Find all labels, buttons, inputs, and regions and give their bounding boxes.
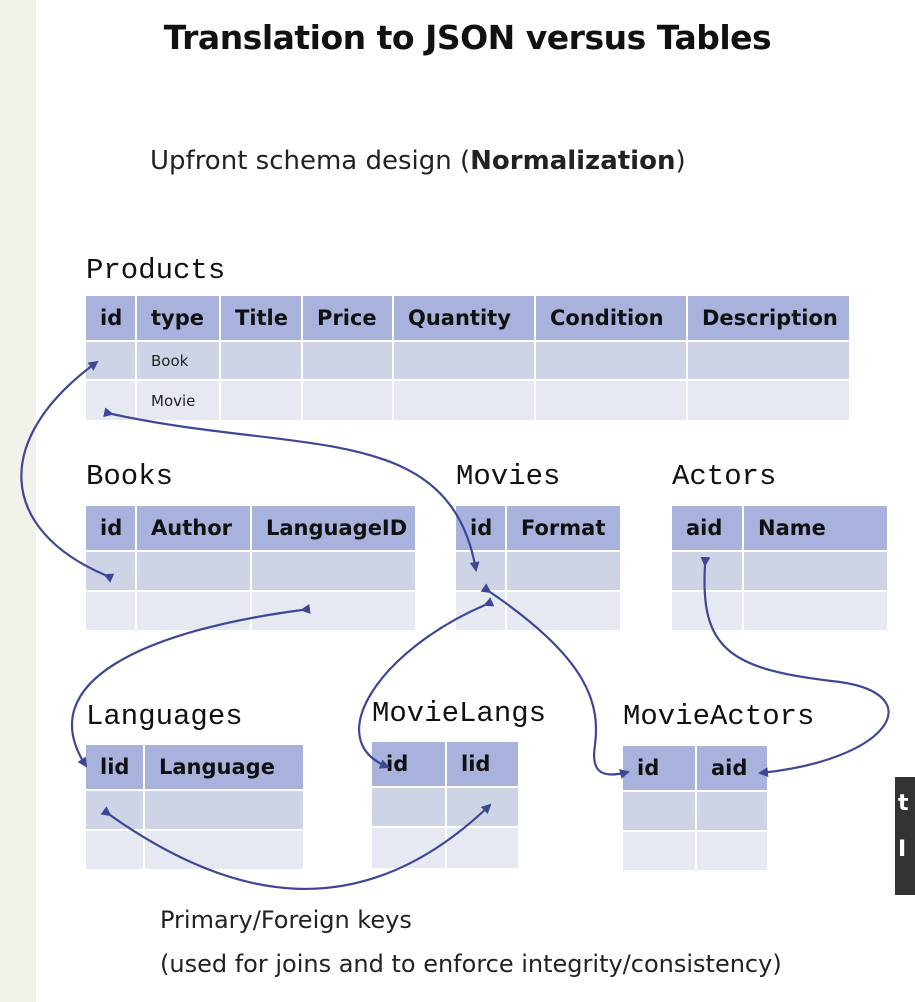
arrow-books-id-to-products-id bbox=[20, 360, 115, 583]
arrow-movieactors-aid-to-actors-aid bbox=[700, 556, 890, 778]
arrow-books-langid-to-languages-lid bbox=[71, 603, 311, 768]
relationship-arrows bbox=[20, 360, 890, 890]
footer-line-2: (used for joins and to enforce integrity… bbox=[160, 950, 782, 978]
arrow-movies-id-to-products-id bbox=[103, 407, 480, 572]
footer-line-1: Primary/Foreign keys bbox=[160, 906, 412, 934]
arrow-movieactors-id-to-movies-id bbox=[480, 583, 630, 779]
overlay-text-1: t bbox=[898, 791, 909, 816]
arrow-languages-lid-to-movielangs-lid bbox=[100, 803, 492, 890]
arrow-movielangs-id-to-movies-id bbox=[358, 597, 495, 769]
overlay-text-2: I bbox=[898, 837, 907, 862]
video-overlay-caption: t I bbox=[895, 777, 915, 895]
